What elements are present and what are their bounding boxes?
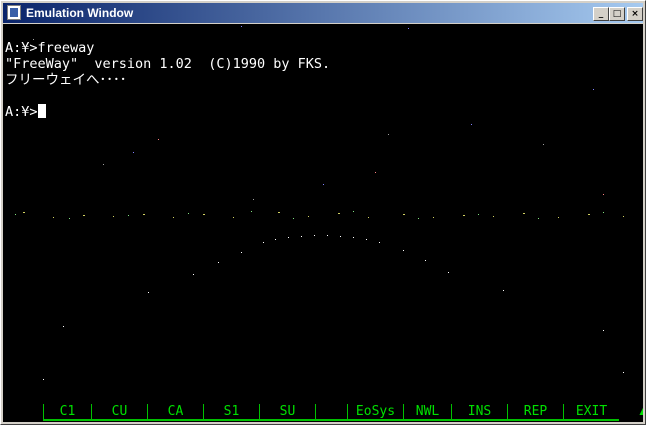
terminal-line-message: フリーウェイへ････ xyxy=(5,72,127,88)
fkey-exit[interactable]: EXIT xyxy=(563,404,619,421)
fkey-cu[interactable]: CU xyxy=(91,404,147,421)
terminal-screen[interactable]: A:¥>freeway "FreeWay" version 1.02 (C)19… xyxy=(3,24,643,422)
fkey-ca[interactable]: CA xyxy=(147,404,203,421)
fkey-ins[interactable]: INS xyxy=(451,404,507,421)
terminal-line-version: "FreeWay" version 1.02 (C)1990 by FKS. xyxy=(5,56,331,72)
maximize-button[interactable]: □ xyxy=(609,7,625,21)
text-cursor xyxy=(37,104,46,118)
terminal-prompt: A:¥> xyxy=(5,104,38,120)
fkey-eosys[interactable]: EoSys xyxy=(347,404,403,421)
fkey-nwl[interactable]: NWL xyxy=(403,404,451,421)
terminal-line-command: A:¥>freeway xyxy=(5,40,95,56)
emulation-window: Emulation Window _ □ × A:¥>freeway "Free… xyxy=(0,0,646,425)
kana-lock-indicator-icon: ▲ xyxy=(637,404,643,418)
fkey-s1[interactable]: S1 xyxy=(203,404,259,421)
window-title: Emulation Window xyxy=(26,6,134,20)
title-bar[interactable]: Emulation Window _ □ × xyxy=(3,3,643,23)
fkey-blank[interactable] xyxy=(315,404,347,421)
function-key-bar: C1 CU CA S1 SU EoSys NWL INS REP EXIT ▲ xyxy=(3,404,643,422)
terminal-app-icon[interactable] xyxy=(7,5,21,20)
fkey-c1[interactable]: C1 xyxy=(43,404,91,421)
fkey-su[interactable]: SU xyxy=(259,404,315,421)
fkey-rep[interactable]: REP xyxy=(507,404,563,421)
close-button[interactable]: × xyxy=(627,7,643,21)
terminal-prompt-line: A:¥> xyxy=(5,104,46,120)
minimize-button[interactable]: _ xyxy=(593,7,609,21)
